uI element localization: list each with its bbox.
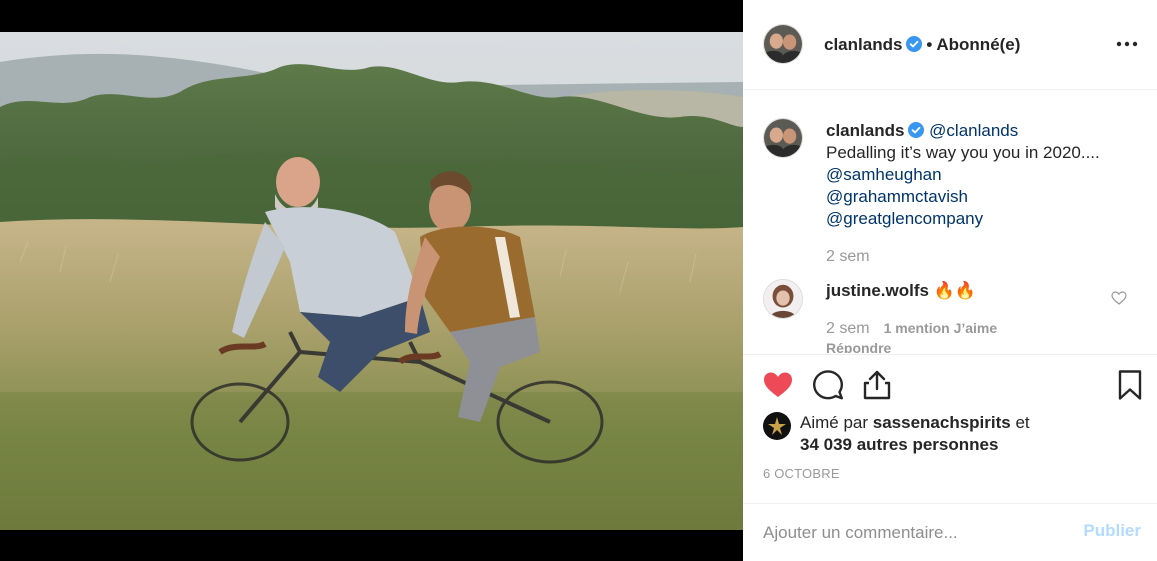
likes-text: Aimé par sassenachspirits et 34 039 autr… <box>800 412 1100 456</box>
post-header-info: clanlands • Abonné(e) <box>824 35 1020 55</box>
reply-button[interactable]: Répondre <box>826 340 891 353</box>
likes-conjunction: et <box>1015 413 1030 432</box>
caption-body: clanlands @clanlands Pedalling it’s way … <box>826 120 1136 230</box>
header-separator: • <box>926 35 933 54</box>
post-media <box>0 0 743 561</box>
comment-meta: 2 sem 1 mention J’aime <box>826 320 997 338</box>
add-comment-bar: Publier <box>743 503 1157 561</box>
caption-username[interactable]: clanlands <box>826 121 904 140</box>
liked-by-username[interactable]: sassenachspirits <box>873 413 1011 432</box>
comment-text: 🔥🔥 <box>933 281 977 300</box>
commenter-username[interactable]: justine.wolfs <box>826 281 929 300</box>
author-avatar[interactable] <box>763 24 803 64</box>
comment-body: justine.wolfs 🔥🔥 <box>826 281 976 301</box>
verified-badge-icon <box>908 122 925 138</box>
caption-text: Pedalling it’s way you you in 2020.... <box>826 143 1100 162</box>
likes-count-link[interactable]: 34 039 autres personnes <box>800 435 998 454</box>
post-header: clanlands • Abonné(e) <box>743 0 1157 90</box>
mention-link[interactable]: @samheughan <box>826 165 942 184</box>
caption-handle-link[interactable]: @clanlands <box>929 121 1018 140</box>
more-options-icon[interactable] <box>1115 36 1139 52</box>
post-actions: Aimé par sassenachspirits et 34 039 autr… <box>743 354 1157 561</box>
commenter-avatar[interactable] <box>763 279 803 319</box>
caption-avatar[interactable] <box>763 118 803 158</box>
comment-bubble-icon[interactable] <box>812 369 844 401</box>
caption-time[interactable]: 2 sem <box>826 248 870 266</box>
author-username[interactable]: clanlands <box>824 35 902 54</box>
follow-status[interactable]: Abonné(e) <box>936 35 1020 54</box>
post-panel: clanlands • Abonné(e) clanlands @clanlan… <box>743 0 1157 561</box>
likes-prefix: Aimé par <box>800 413 869 432</box>
comments-section[interactable]: clanlands @clanlands Pedalling it’s way … <box>743 91 1157 353</box>
mention-link[interactable]: @grahammctavish <box>826 187 968 206</box>
comment-input[interactable] <box>763 520 1063 546</box>
heart-filled-icon[interactable] <box>762 369 794 401</box>
verified-badge-icon <box>906 36 923 52</box>
bookmark-icon[interactable] <box>1114 369 1146 401</box>
post-photo[interactable] <box>0 32 743 530</box>
mention-link[interactable]: @greatglencompany <box>826 209 983 228</box>
liker-avatar[interactable] <box>763 412 791 440</box>
comment-likes[interactable]: 1 mention J’aime <box>884 320 998 336</box>
publish-button[interactable]: Publier <box>1083 521 1141 541</box>
comment-time[interactable]: 2 sem <box>826 320 870 337</box>
post-date[interactable]: 6 OCTOBRE <box>763 466 840 481</box>
comment-like-heart-icon[interactable] <box>1111 291 1127 305</box>
share-icon[interactable] <box>861 369 893 401</box>
